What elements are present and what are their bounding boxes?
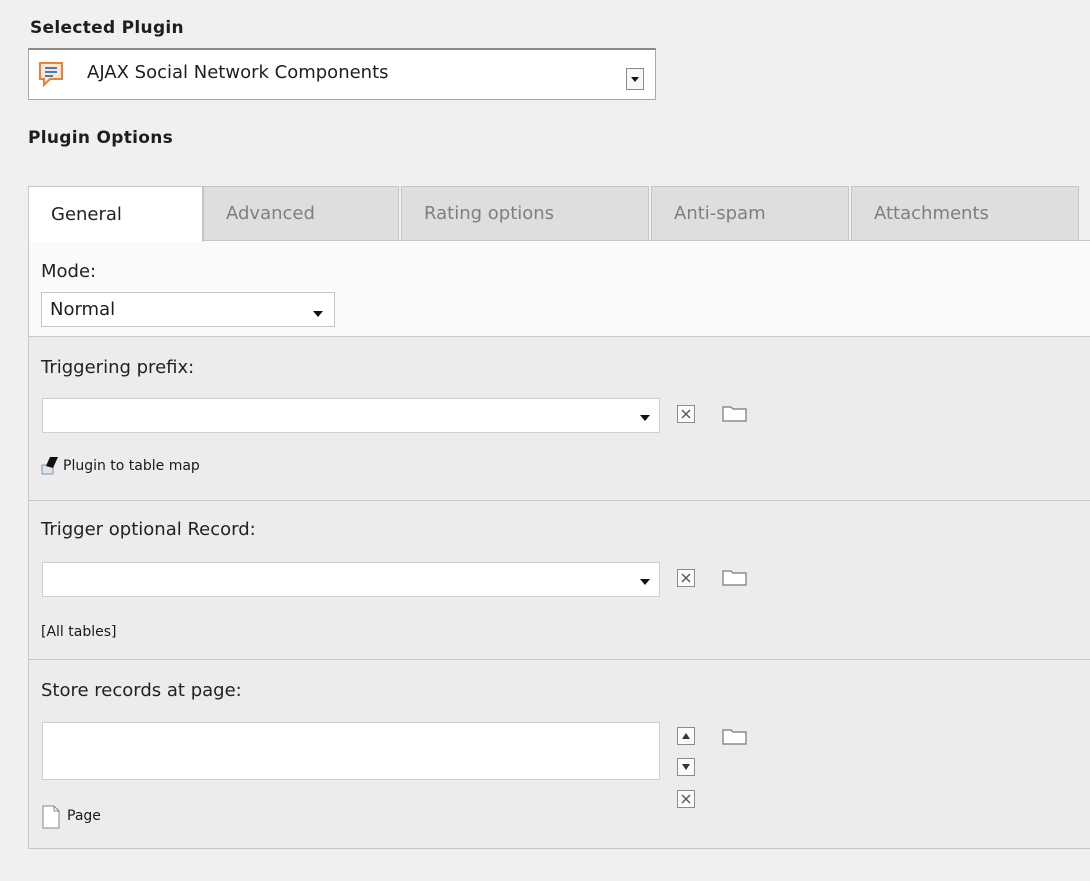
plugin-select-value: AJAX Social Network Components: [87, 62, 389, 83]
clear-icon[interactable]: [677, 569, 695, 587]
tab-general[interactable]: General: [28, 186, 203, 242]
trigger-record-label: Trigger optional Record:: [41, 519, 256, 540]
mode-label: Mode:: [41, 261, 97, 282]
chevron-down-icon[interactable]: [640, 579, 650, 585]
options-tabs: General Advanced Rating options Anti-spa…: [28, 186, 1090, 242]
mode-select-value: Normal: [50, 299, 116, 320]
chevron-down-icon[interactable]: [626, 68, 644, 90]
tab-anti-spam[interactable]: Anti-spam: [651, 186, 849, 240]
general-panel: Mode: Normal Triggering prefix: Plugin t…: [28, 240, 1090, 849]
selected-plugin-heading: Selected Plugin: [30, 18, 184, 38]
tab-attachments[interactable]: Attachments: [851, 186, 1079, 240]
triggering-prefix-label: Triggering prefix:: [41, 357, 195, 378]
chevron-down-icon[interactable]: [313, 311, 323, 317]
page-icon: [41, 805, 61, 833]
all-tables-note: [All tables]: [41, 624, 117, 640]
store-records-label: Store records at page:: [41, 680, 242, 701]
clear-icon[interactable]: [677, 405, 695, 423]
table-map-icon: [41, 454, 61, 480]
trigger-record-input[interactable]: [42, 562, 660, 597]
folder-icon[interactable]: [722, 726, 748, 750]
folder-icon[interactable]: [722, 567, 748, 591]
store-records-field[interactable]: [42, 722, 660, 780]
plugin-to-table-map-link[interactable]: Plugin to table map: [63, 458, 200, 474]
page-note: Page: [67, 808, 101, 824]
folder-icon[interactable]: [722, 403, 748, 427]
remove-icon[interactable]: [677, 790, 695, 808]
mode-select[interactable]: Normal: [41, 292, 335, 327]
tab-advanced[interactable]: Advanced: [203, 186, 399, 240]
mode-section: Mode: Normal: [29, 241, 1090, 337]
triggering-prefix-input[interactable]: [42, 398, 660, 433]
comment-plugin-icon: [37, 60, 65, 94]
move-down-icon[interactable]: [677, 758, 695, 776]
plugin-options-heading: Plugin Options: [28, 128, 174, 148]
move-up-icon[interactable]: [677, 727, 695, 745]
chevron-down-icon[interactable]: [640, 415, 650, 421]
tab-rating-options[interactable]: Rating options: [401, 186, 649, 240]
plugin-select[interactable]: AJAX Social Network Components: [28, 48, 656, 100]
